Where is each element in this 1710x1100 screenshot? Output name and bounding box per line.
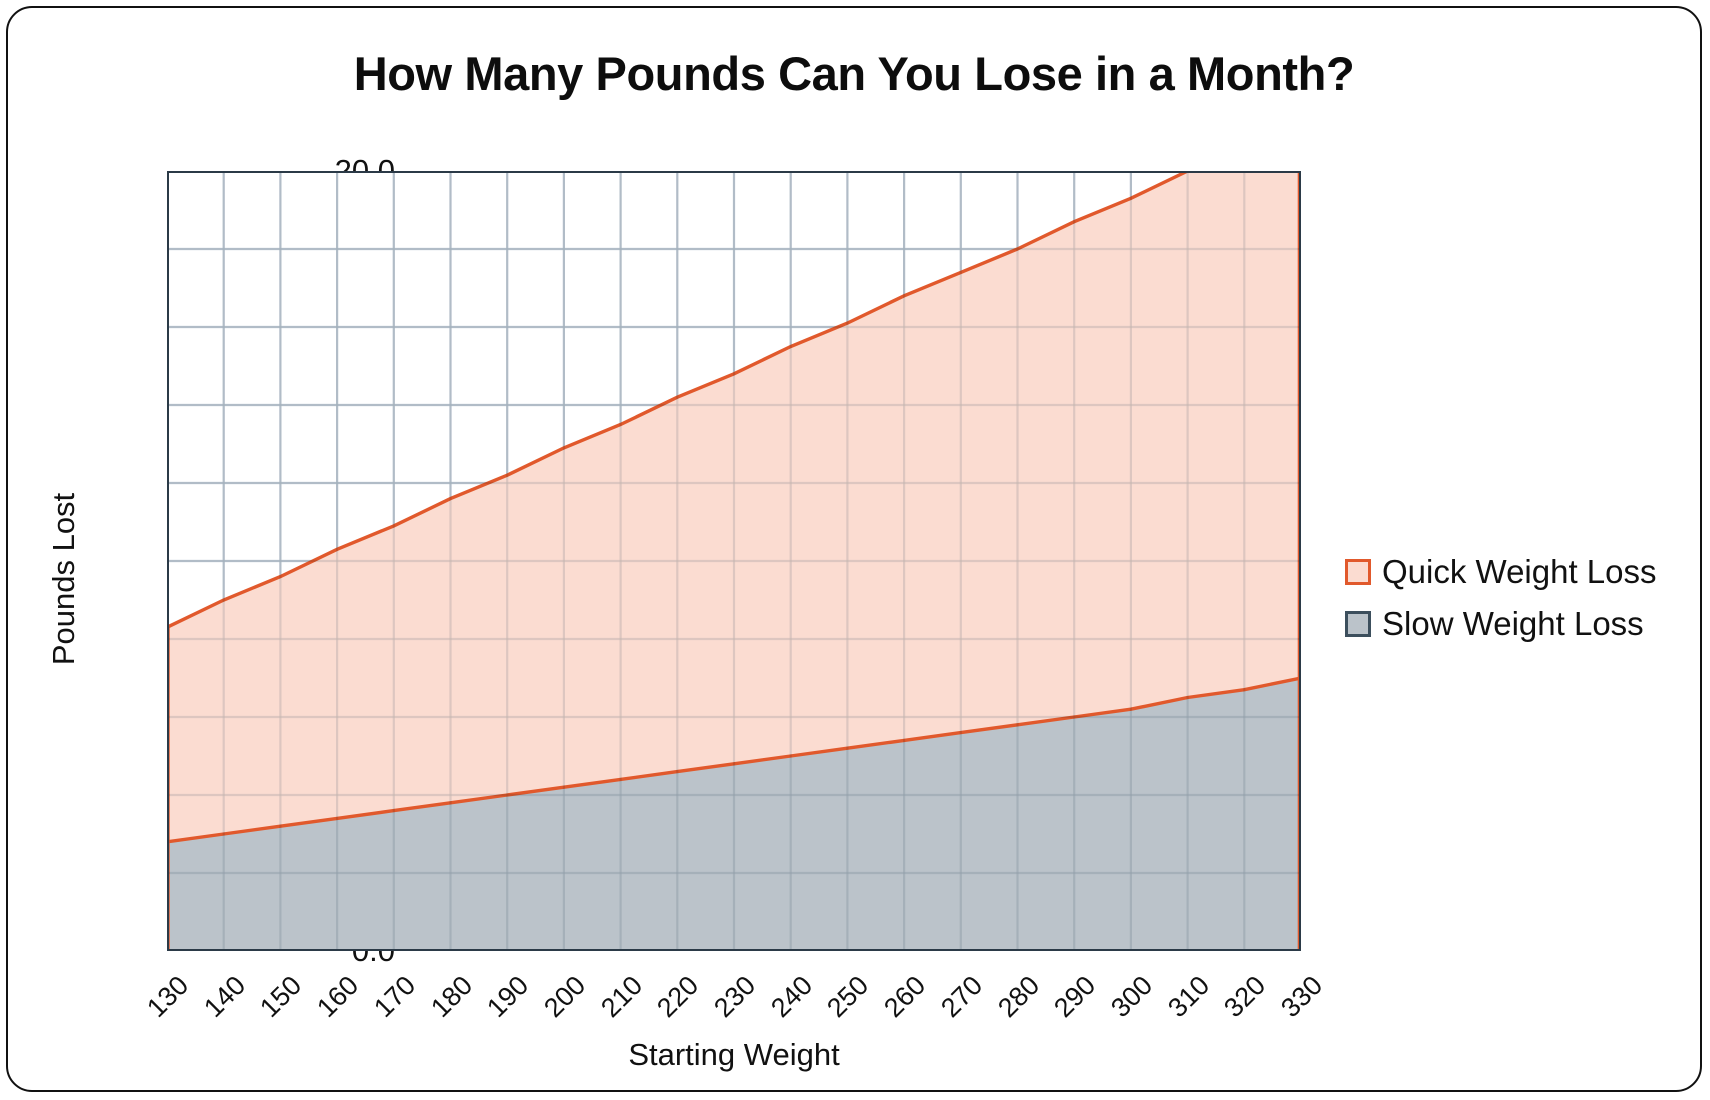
plot-area xyxy=(167,171,1301,951)
legend-swatch-slow-weight-loss xyxy=(1345,611,1371,637)
y-axis-title: Pounds Lost xyxy=(46,492,82,666)
x-tick-label: 130 xyxy=(141,970,195,1024)
x-tick-label: 180 xyxy=(424,970,478,1024)
x-tick-label: 330 xyxy=(1275,970,1329,1024)
x-tick-label: 170 xyxy=(367,970,422,1024)
x-tick-label: 280 xyxy=(991,970,1045,1024)
x-tick-label: 290 xyxy=(1048,970,1102,1024)
x-tick-label: 300 xyxy=(1105,970,1159,1024)
x-tick-label: 210 xyxy=(594,970,648,1024)
gridlines-overlay xyxy=(167,171,1301,951)
legend-label-quick-weight-loss: Quick Weight Loss xyxy=(1382,553,1657,590)
legend-item-slow-weight-loss[interactable]: Slow Weight Loss xyxy=(1345,598,1695,650)
x-tick-label: 160 xyxy=(311,970,365,1024)
chart-legend: Quick Weight Loss Slow Weight Loss xyxy=(1345,546,1695,650)
x-tick-label: 250 xyxy=(821,970,875,1024)
card-frame: How Many Pounds Can You Lose in a Month?… xyxy=(6,6,1702,1092)
x-tick-label: 310 xyxy=(1161,970,1215,1024)
x-tick-label: 220 xyxy=(651,970,705,1024)
x-tick-label: 270 xyxy=(934,970,989,1024)
chart-title: How Many Pounds Can You Lose in a Month? xyxy=(353,47,1355,100)
legend-item-quick-weight-loss[interactable]: Quick Weight Loss xyxy=(1345,546,1695,598)
legend-label-slow-weight-loss: Slow Weight Loss xyxy=(1382,605,1644,642)
x-axis-title: Starting Weight xyxy=(628,1037,840,1072)
x-tick-label: 190 xyxy=(481,970,535,1024)
x-tick-label: 200 xyxy=(538,970,592,1024)
x-tick-label: 230 xyxy=(708,970,762,1024)
legend-swatch-quick-weight-loss xyxy=(1345,559,1371,585)
x-tick-label: 140 xyxy=(197,970,251,1024)
x-tick-label: 320 xyxy=(1218,970,1272,1024)
x-tick-label: 150 xyxy=(254,970,308,1024)
x-tick-label: 240 xyxy=(764,970,818,1024)
x-tick-label: 260 xyxy=(878,970,932,1024)
